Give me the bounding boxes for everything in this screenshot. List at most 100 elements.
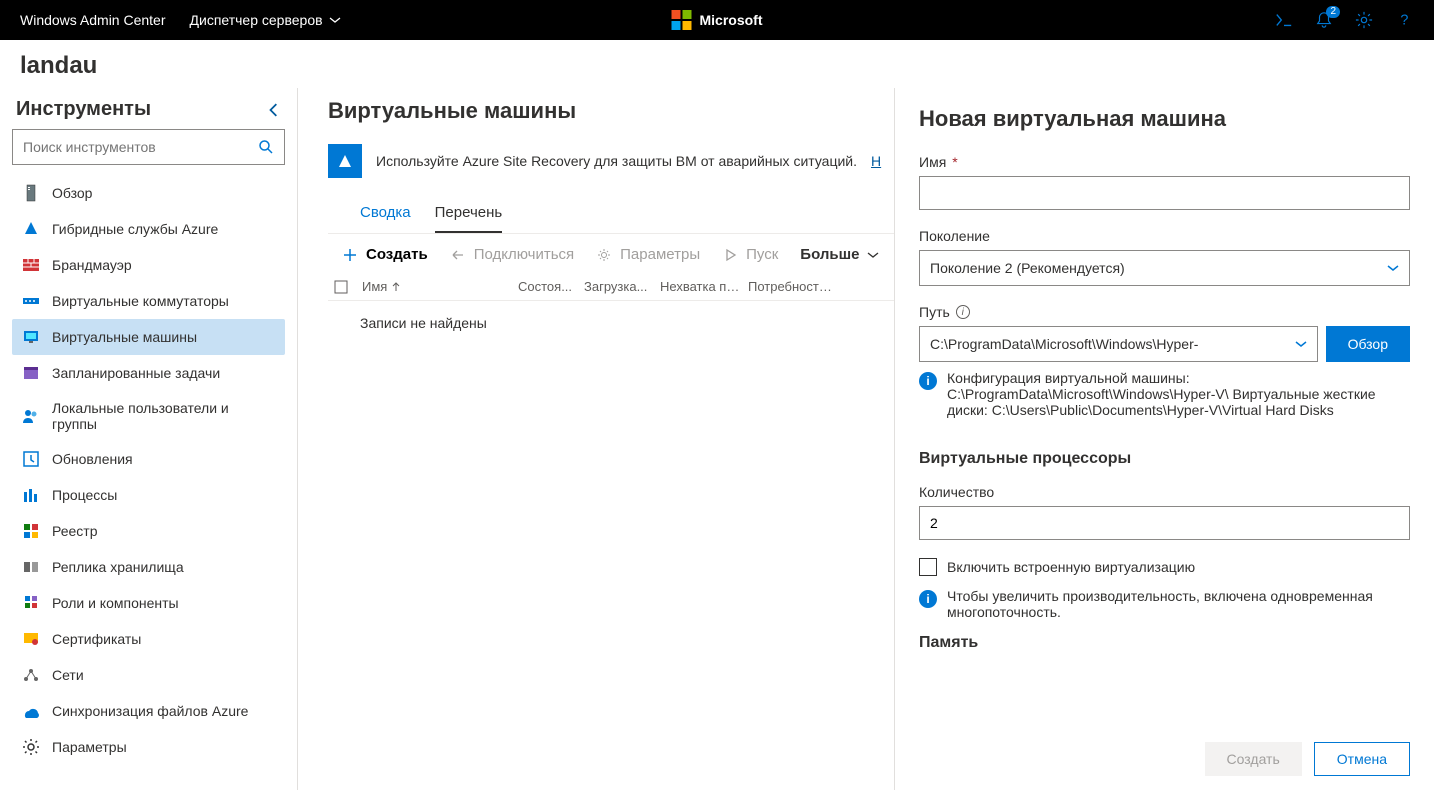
count-label: Количество [919,484,994,500]
gear-icon [596,247,612,263]
azure-banner-icon [328,144,362,178]
vm-table-header: Имя Состоя... Загрузка... Нехватка па...… [328,273,894,301]
tab-inventory[interactable]: Перечень [435,196,503,233]
cmd-create[interactable]: Создать [342,246,428,263]
sidebar-item-updates[interactable]: Обновления [12,441,285,477]
chevron-down-icon [1295,338,1307,350]
required-indicator: * [952,154,957,170]
sidebar-item-vm[interactable]: Виртуальные машины [12,319,285,355]
sidebar-item-users[interactable]: Локальные пользователи и группы [12,391,285,441]
sidebar-item-scheduled[interactable]: Запланированные задачи [12,355,285,391]
azure-banner-link[interactable]: Н [871,153,881,169]
azure-banner: Используйте Azure Site Recovery для защи… [328,144,886,178]
cmd-label: Параметры [620,246,700,263]
sidebar-item-networks[interactable]: Сети [12,657,285,693]
generation-select[interactable]: Поколение 2 (Рекомендуется) [919,250,1410,286]
sort-asc-icon [391,282,401,292]
sidebar-item-settings[interactable]: Параметры [12,729,285,765]
sidebar-item-processes[interactable]: Процессы [12,477,285,513]
info-badge-icon: i [919,372,937,390]
page-title: Виртуальные машины [328,98,894,124]
azure-sync-icon [22,702,40,720]
name-label: Имя [919,154,946,170]
app-name[interactable]: Windows Admin Center [20,12,166,28]
cmd-more[interactable]: Больше [800,246,879,263]
sidebar-item-roles[interactable]: Роли и компоненты [12,585,285,621]
tab-summary[interactable]: Сводка [360,196,411,233]
storage-replica-icon [22,558,40,576]
col-load[interactable]: Загрузка... [584,279,654,294]
sidebar-item-label: Запланированные задачи [52,365,220,381]
calendar-icon [22,364,40,382]
nested-virt-checkbox[interactable] [919,558,937,576]
context-dropdown-label: Диспетчер серверов [190,12,323,28]
empty-message: Записи не найдены [328,301,894,331]
console-icon[interactable] [1274,10,1294,30]
sidebar-item-label: Синхронизация файлов Azure [52,703,248,719]
header-actions: 2 ? [1274,10,1414,30]
roles-icon [22,594,40,612]
sidebar-item-vswitch[interactable]: Виртуальные коммутаторы [12,283,285,319]
cmd-settings: Параметры [596,246,700,263]
gear-icon [22,738,40,756]
tools-search[interactable] [12,129,285,165]
chevron-down-icon [329,14,341,26]
cmd-label: Подключиться [474,246,574,263]
updates-icon [22,450,40,468]
cmd-label: Пуск [746,246,778,263]
command-bar: Создать Подключиться Параметры Пуск Боль… [328,234,894,273]
sidebar-item-storage-replica[interactable]: Реплика хранилища [12,549,285,585]
processes-icon [22,486,40,504]
new-vm-flyout: Новая виртуальная машина Имя * Поколение … [894,88,1434,790]
col-memneed[interactable]: Потребность в па... [748,279,838,294]
registry-icon [22,522,40,540]
settings-icon[interactable] [1354,10,1374,30]
sidebar-item-firewall[interactable]: Брандмауэр [12,247,285,283]
flyout-footer: Создать Отмена [895,732,1434,790]
sidebar-item-label: Виртуальные машины [52,329,197,345]
flyout-title: Новая виртуальная машина [919,106,1410,132]
collapse-sidebar-icon[interactable] [267,103,281,117]
select-all-checkbox[interactable] [334,280,356,294]
cmd-create-label: Создать [366,246,428,263]
notifications-icon[interactable]: 2 [1314,10,1334,30]
vm-icon [22,328,40,346]
sidebar-item-certificates[interactable]: Сертификаты [12,621,285,657]
sidebar-item-azure-hybrid[interactable]: Гибридные службы Azure [12,211,285,247]
vproc-section-title: Виртуальные процессоры [919,450,1410,468]
context-dropdown[interactable]: Диспетчер серверов [190,12,341,28]
browse-button[interactable]: Обзор [1326,326,1410,362]
path-label: Путь [919,304,950,320]
sidebar-item-label: Виртуальные коммутаторы [52,293,229,309]
help-icon[interactable]: ? [1394,10,1414,30]
connect-icon [450,247,466,263]
col-state[interactable]: Состоя... [518,279,578,294]
vm-name-input[interactable] [919,176,1410,210]
vproc-count-input[interactable] [919,506,1410,540]
sidebar-item-label: Параметры [52,739,127,755]
tools-search-input[interactable] [23,139,252,155]
info-badge-icon: i [919,590,937,608]
sidebar-item-label: Сертификаты [52,631,141,647]
flyout-cancel-button[interactable]: Отмена [1314,742,1410,776]
path-select[interactable]: C:\ProgramData\Microsoft\Windows\Hyper- [919,326,1318,362]
vswitch-icon [22,292,40,310]
sidebar-item-label: Процессы [52,487,117,503]
info-icon[interactable]: i [956,305,970,319]
col-name[interactable]: Имя [362,279,512,294]
sidebar-item-azure-file-sync[interactable]: Синхронизация файлов Azure [12,693,285,729]
app-header: Windows Admin Center Диспетчер серверов … [0,0,1434,40]
search-icon[interactable] [252,139,280,155]
plus-icon [342,247,358,263]
sidebar-item-label: Локальные пользователи и группы [52,400,275,432]
path-value: C:\ProgramData\Microsoft\Windows\Hyper- [930,336,1198,352]
sidebar-item-overview[interactable]: Обзор [12,175,285,211]
sidebar-item-label: Сети [52,667,84,683]
sidebar-item-label: Реплика хранилища [52,559,184,575]
sidebar-item-registry[interactable]: Реестр [12,513,285,549]
microsoft-logo-icon [672,10,692,30]
generation-value: Поколение 2 (Рекомендуется) [930,260,1125,276]
chevron-down-icon [867,249,879,261]
chevron-down-icon [1387,262,1399,274]
col-memshort[interactable]: Нехватка па... [660,279,742,294]
